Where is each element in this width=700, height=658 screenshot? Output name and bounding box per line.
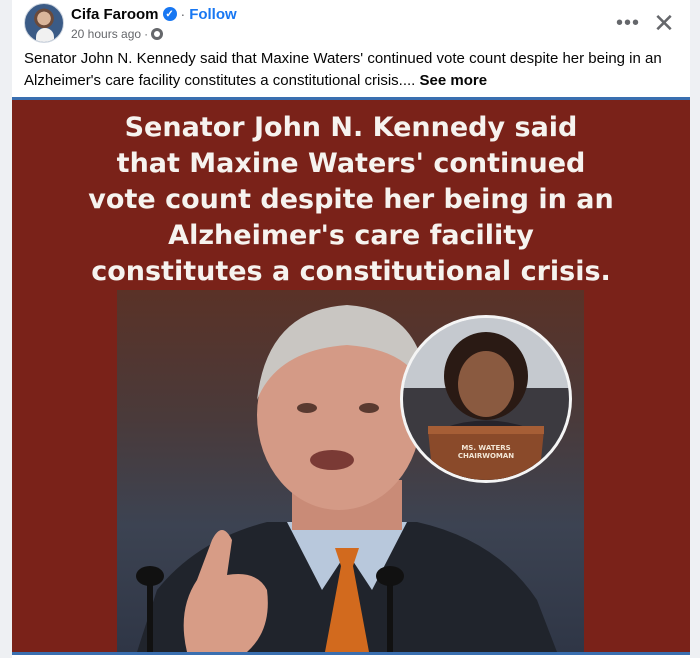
- inset-photo: MS. WATERS CHAIRWOMAN: [400, 315, 572, 483]
- podium-title: CHAIRWOMAN: [457, 452, 515, 460]
- timestamp[interactable]: 20 hours ago: [71, 27, 141, 41]
- author-row: Cifa Faroom ✓ · Follow: [71, 4, 237, 24]
- post-meta: 20 hours ago ·: [71, 26, 164, 42]
- post-divider-bottom: [12, 652, 690, 655]
- author-name[interactable]: Cifa Faroom: [71, 6, 159, 23]
- caption-text: Senator John N. Kennedy said that Maxine…: [24, 50, 662, 89]
- close-icon: ✕: [653, 7, 675, 38]
- podium-nameplate: MS. WATERS CHAIRWOMAN: [449, 444, 523, 460]
- right-frame: [690, 0, 700, 658]
- globe-icon[interactable]: [151, 28, 164, 40]
- close-button[interactable]: ✕: [648, 7, 680, 39]
- post-caption: Senator John N. Kennedy said that Maxine…: [24, 48, 684, 92]
- headline-line-4: Alzheimer's care facility: [168, 220, 534, 251]
- verified-badge-icon: ✓: [162, 7, 177, 21]
- podium-name: MS. WATERS: [461, 444, 511, 452]
- separator-dot: ·: [180, 6, 186, 22]
- post-image[interactable]: Senator John N. Kennedy said that Maxine…: [12, 100, 690, 652]
- headline-line-2: that Maxine Waters' continued: [116, 148, 586, 179]
- senator-photo: MS. WATERS CHAIRWOMAN: [117, 290, 584, 652]
- more-horizontal-icon: •••: [615, 11, 640, 34]
- post-header: Cifa Faroom ✓ · Follow 20 hours ago · ••…: [24, 3, 684, 45]
- left-frame: [0, 0, 12, 658]
- follow-button[interactable]: Follow: [189, 6, 237, 23]
- see-more-link[interactable]: See more: [420, 72, 488, 89]
- headline-line-5: constitutes a constitutional crisis.: [91, 256, 611, 287]
- more-options-button[interactable]: •••: [614, 9, 642, 37]
- author-avatar[interactable]: [24, 3, 64, 43]
- headline-line-3: vote count despite her being in an: [88, 184, 614, 215]
- image-headline: Senator John N. Kennedy said that Maxine…: [12, 110, 690, 290]
- meta-separator: ·: [144, 27, 149, 41]
- headline-line-1: Senator John N. Kennedy said: [124, 112, 578, 143]
